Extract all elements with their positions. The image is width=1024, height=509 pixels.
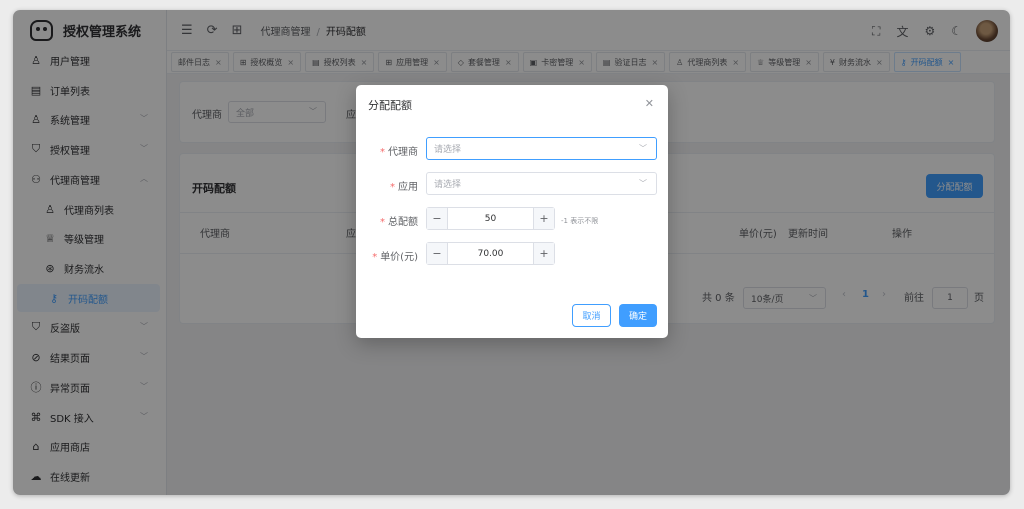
price-stepper: − 70.00 + <box>426 242 555 265</box>
agent-select[interactable]: 请选择 ﹀ <box>426 137 657 160</box>
price-input[interactable]: 70.00 <box>448 243 533 264</box>
quota-hint: -1 表示不限 <box>561 217 599 225</box>
chevron-down-icon: ﹀ <box>639 179 647 188</box>
app-select[interactable]: 请选择 ﹀ <box>426 172 657 195</box>
quota-decrease-button[interactable]: − <box>427 208 448 229</box>
cancel-button[interactable]: 取消 <box>572 304 611 327</box>
app-select-placeholder: 请选择 <box>434 180 462 190</box>
price-field-label: * 单价(元) <box>372 252 418 263</box>
price-decrease-button[interactable]: − <box>427 243 448 264</box>
close-icon[interactable]: ✕ <box>645 97 654 110</box>
price-increase-button[interactable]: + <box>533 243 554 264</box>
confirm-button[interactable]: 确定 <box>619 304 657 327</box>
agent-select-placeholder: 请选择 <box>434 145 462 155</box>
agent-field-label: * 代理商 <box>380 147 418 158</box>
dialog-title: 分配配额 <box>368 99 412 112</box>
quota-increase-button[interactable]: + <box>533 208 554 229</box>
assign-quota-dialog: 分配配额 ✕ * 代理商 请选择 ﹀ * 应用 请选择 ﹀ * 总配额 − 50 + … <box>356 85 668 338</box>
chevron-down-icon: ﹀ <box>639 144 647 153</box>
app-field-label: * 应用 <box>390 182 418 193</box>
quota-stepper: − 50 + <box>426 207 555 230</box>
quota-input[interactable]: 50 <box>448 208 533 229</box>
quota-field-label: * 总配额 <box>380 217 418 228</box>
app-window: 授权管理系统 ♙ 用户管理 ▤ 订单列表 ♙ 系统管理 ﹀ ⛉ 授权管理 ﹀ ⚇ 代理商管… <box>13 10 1010 495</box>
